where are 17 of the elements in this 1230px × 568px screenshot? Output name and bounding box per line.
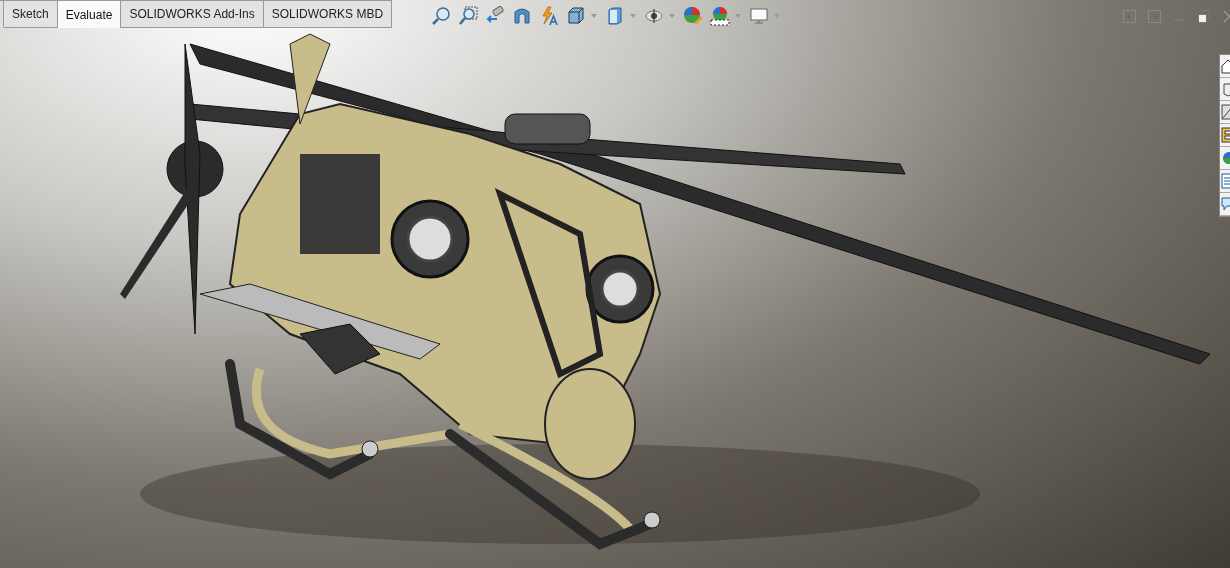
restore-icon[interactable] (1198, 10, 1211, 23)
ribbon-tab[interactable]: Sketch (4, 1, 58, 28)
view-toolbar-button[interactable] (707, 5, 733, 27)
color-ball-floor-icon (709, 6, 730, 26)
cube-icon (565, 6, 586, 26)
zoom-area-icon (457, 6, 478, 26)
section-view-icon (511, 6, 532, 26)
ribbon-tab[interactable]: SOLIDWORKS MBD (263, 1, 393, 28)
color-ball-pencil-icon (682, 6, 703, 26)
eye-icon (643, 6, 664, 26)
monitor-icon (748, 6, 769, 26)
ribbon-tab[interactable]: SOLIDWORKS Add-Ins (121, 1, 264, 28)
magnifier-icon (430, 6, 451, 26)
ribbon-tab[interactable]: Evaluate (57, 1, 122, 28)
tile-left-icon[interactable] (1123, 10, 1136, 23)
tile-right-icon[interactable] (1148, 10, 1161, 23)
dropdown-caret-icon[interactable] (590, 13, 599, 19)
